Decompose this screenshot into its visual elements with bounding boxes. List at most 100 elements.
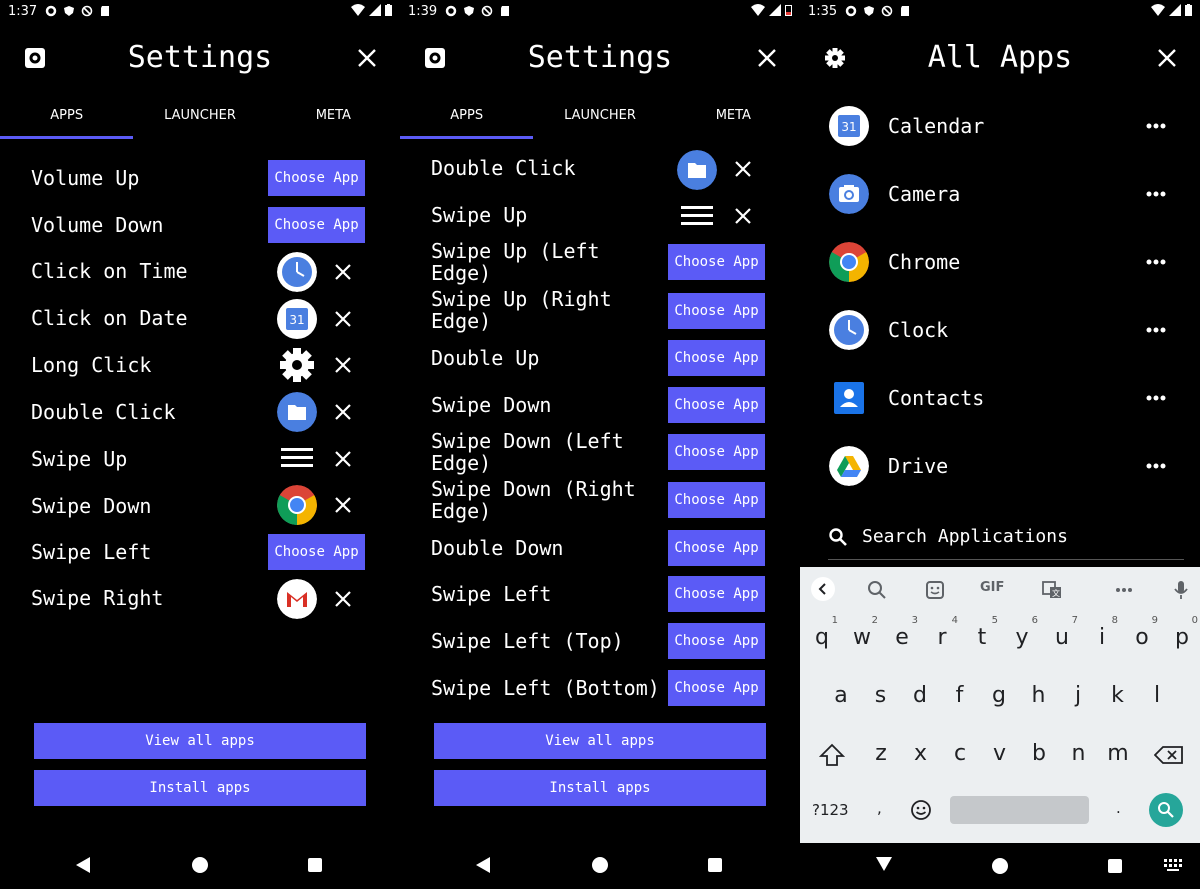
clear-icon[interactable]: [334, 263, 352, 281]
key-u[interactable]: 7u: [1042, 613, 1082, 659]
tab-apps[interactable]: APPS: [400, 100, 534, 139]
key-z[interactable]: z: [861, 729, 901, 775]
search-icon[interactable]: [866, 579, 888, 601]
choose-app-button[interactable]: Choose App: [268, 207, 365, 243]
files-app-icon[interactable]: [677, 150, 717, 190]
app-list-item-chrome[interactable]: Chrome: [800, 242, 1200, 310]
choose-app-button[interactable]: Choose App: [668, 530, 765, 566]
shift-icon[interactable]: [819, 743, 845, 767]
app-list-item-clock[interactable]: Clock: [800, 310, 1200, 378]
key-t[interactable]: 5t: [962, 613, 1002, 659]
recents-icon[interactable]: [1108, 859, 1122, 873]
sticker-icon[interactable]: [924, 579, 946, 601]
tab-apps[interactable]: APPS: [0, 100, 134, 139]
clear-icon[interactable]: [334, 310, 352, 328]
key-i[interactable]: 8i: [1082, 613, 1122, 659]
gif-button[interactable]: GIF: [980, 580, 1004, 595]
key-g[interactable]: g: [979, 671, 1019, 717]
clear-icon[interactable]: [334, 590, 352, 608]
key-w[interactable]: 2w: [842, 613, 882, 659]
app-list-item-camera[interactable]: Camera: [800, 174, 1200, 242]
emoji-icon[interactable]: [910, 799, 932, 821]
app-list-item-calendar[interactable]: 31 Calendar: [800, 106, 1200, 174]
key-n[interactable]: n: [1059, 729, 1099, 775]
back-icon[interactable]: [75, 857, 91, 873]
more-icon[interactable]: [1113, 579, 1135, 601]
clear-icon[interactable]: [734, 207, 752, 225]
key-j[interactable]: j: [1058, 671, 1098, 717]
choose-app-button[interactable]: Choose App: [668, 434, 765, 470]
settings-gear-icon[interactable]: [277, 345, 317, 385]
tab-meta[interactable]: META: [267, 100, 400, 140]
key-o[interactable]: 9o: [1122, 613, 1162, 659]
key-c[interactable]: c: [940, 729, 980, 775]
choose-app-button[interactable]: Choose App: [668, 670, 765, 706]
menu-lines-icon[interactable]: [277, 438, 317, 478]
key-x[interactable]: x: [901, 729, 941, 775]
choose-app-button[interactable]: Choose App: [668, 576, 765, 612]
search-input[interactable]: Search Applications: [828, 520, 1184, 560]
app-list-item-drive[interactable]: Drive: [800, 446, 1200, 514]
app-list-item-contacts[interactable]: Contacts: [800, 378, 1200, 446]
microphone-icon[interactable]: [1170, 579, 1192, 601]
more-options-icon[interactable]: [1145, 456, 1167, 476]
key-a[interactable]: a: [821, 671, 861, 717]
comma-key[interactable]: ,: [877, 799, 882, 817]
key-s[interactable]: s: [861, 671, 901, 717]
chrome-app-icon[interactable]: [277, 485, 317, 525]
home-icon[interactable]: [992, 858, 1008, 874]
home-icon[interactable]: [592, 857, 608, 873]
key-m[interactable]: m: [1098, 729, 1138, 775]
keyboard-switch-icon[interactable]: [1164, 859, 1182, 871]
collapse-toolbar-icon[interactable]: [810, 576, 836, 602]
key-h[interactable]: h: [1019, 671, 1059, 717]
key-f[interactable]: f: [940, 671, 980, 717]
calendar-app-icon[interactable]: 31: [277, 299, 317, 339]
key-p[interactable]: 0p: [1162, 613, 1200, 659]
space-key[interactable]: [950, 796, 1089, 824]
period-key[interactable]: .: [1116, 799, 1121, 817]
view-all-apps-button[interactable]: View all apps: [34, 723, 366, 759]
choose-app-button[interactable]: Choose App: [268, 160, 365, 196]
choose-app-button[interactable]: Choose App: [268, 534, 365, 570]
key-k[interactable]: k: [1098, 671, 1138, 717]
back-icon[interactable]: [475, 857, 491, 873]
clear-icon[interactable]: [334, 450, 352, 468]
more-options-icon[interactable]: [1145, 184, 1167, 204]
more-options-icon[interactable]: [1145, 388, 1167, 408]
key-d[interactable]: d: [900, 671, 940, 717]
more-options-icon[interactable]: [1145, 116, 1167, 136]
tab-meta[interactable]: META: [667, 100, 800, 140]
clear-icon[interactable]: [734, 160, 752, 178]
key-e[interactable]: 3e: [882, 613, 922, 659]
symbols-key[interactable]: ?123: [812, 801, 849, 819]
clear-icon[interactable]: [334, 496, 352, 514]
key-y[interactable]: 6y: [1002, 613, 1042, 659]
tab-launcher[interactable]: LAUNCHER: [533, 100, 666, 140]
recents-icon[interactable]: [708, 858, 722, 872]
menu-lines-icon[interactable]: [677, 196, 717, 236]
home-icon[interactable]: [192, 857, 208, 873]
choose-app-button[interactable]: Choose App: [668, 340, 765, 376]
close-icon[interactable]: [356, 47, 378, 69]
view-all-apps-button[interactable]: View all apps: [434, 723, 766, 759]
search-action-key[interactable]: [1149, 793, 1183, 827]
gmail-app-icon[interactable]: [277, 579, 317, 619]
key-q[interactable]: 1q: [802, 613, 842, 659]
clear-icon[interactable]: [334, 403, 352, 421]
choose-app-button[interactable]: Choose App: [668, 387, 765, 423]
clear-icon[interactable]: [334, 356, 352, 374]
key-l[interactable]: l: [1137, 671, 1177, 717]
choose-app-button[interactable]: Choose App: [668, 482, 765, 518]
backspace-icon[interactable]: [1154, 745, 1184, 765]
key-v[interactable]: v: [980, 729, 1020, 775]
more-options-icon[interactable]: [1145, 320, 1167, 340]
translate-icon[interactable]: 文: [1041, 579, 1063, 601]
choose-app-button[interactable]: Choose App: [668, 293, 765, 329]
close-icon[interactable]: [1156, 47, 1178, 69]
files-app-icon[interactable]: [277, 392, 317, 432]
tab-launcher[interactable]: LAUNCHER: [133, 100, 266, 140]
choose-app-button[interactable]: Choose App: [668, 244, 765, 280]
key-r[interactable]: 4r: [922, 613, 962, 659]
install-apps-button[interactable]: Install apps: [434, 770, 766, 806]
